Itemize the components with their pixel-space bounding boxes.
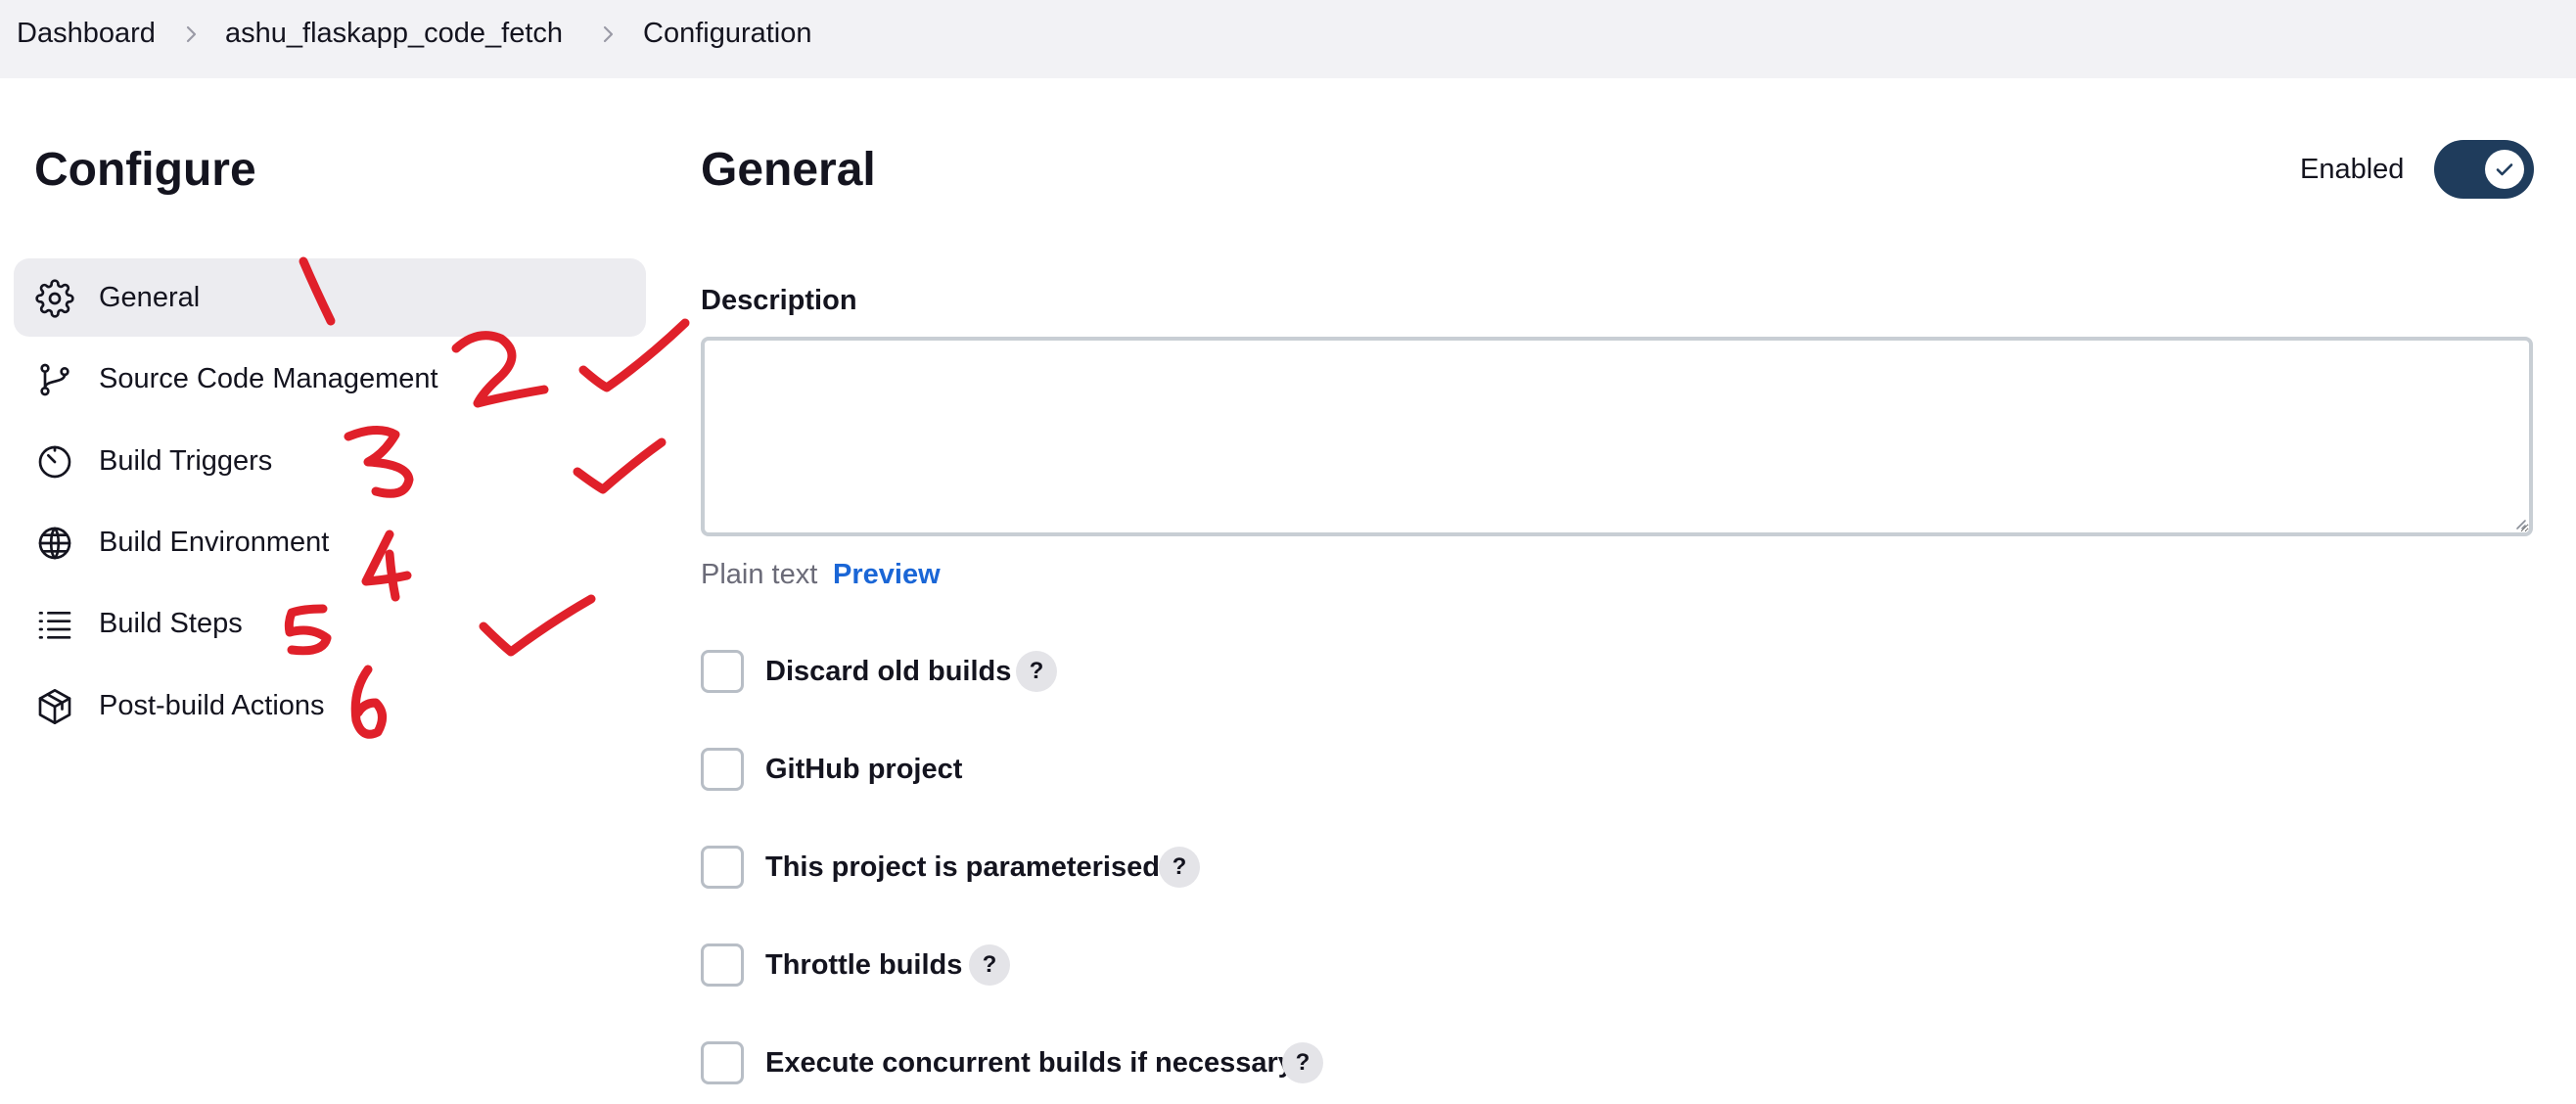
help-icon[interactable]: ? (1159, 847, 1200, 888)
sidebar-item-label: Build Steps (99, 608, 243, 639)
globe-icon (35, 524, 74, 563)
breadcrumb: Dashboard ashu_flaskapp_code_fetch Confi… (0, 0, 2576, 78)
checkbox[interactable] (701, 943, 744, 987)
sidebar-item-label: Post-build Actions (99, 690, 325, 721)
help-icon[interactable]: ? (1016, 651, 1057, 692)
sidebar-item-build-steps[interactable]: Build Steps (14, 584, 646, 663)
sidebar-item-general[interactable]: General (14, 258, 646, 337)
toggle-knob (2485, 150, 2524, 189)
preview-link[interactable]: Preview (833, 559, 941, 591)
sidebar-item-post-build-actions[interactable]: Post-build Actions (14, 667, 646, 745)
sidebar-item-label: Build Triggers (99, 445, 273, 477)
checkbox[interactable] (701, 650, 744, 693)
sidebar-item-build-triggers[interactable]: Build Triggers (14, 422, 646, 500)
breadcrumb-dashboard-link[interactable]: Dashboard (17, 18, 156, 50)
page-title: General (701, 144, 876, 196)
option-label[interactable]: Discard old builds (765, 656, 1011, 688)
chevron-right-icon (596, 23, 620, 46)
sidebar-item-label: Source Code Management (99, 363, 438, 394)
option-label[interactable]: This project is parameterised (765, 851, 1160, 884)
enabled-toggle[interactable] (2434, 140, 2534, 199)
format-label: Plain text (701, 559, 818, 590)
checkbox[interactable] (701, 1041, 744, 1084)
gear-icon (35, 279, 74, 318)
package-icon (35, 687, 74, 726)
breadcrumb-configuration[interactable]: Configuration (643, 18, 812, 50)
chevron-right-icon (179, 23, 203, 46)
list-icon (35, 605, 74, 644)
help-icon[interactable]: ? (1282, 1042, 1323, 1083)
git-branch-icon (35, 360, 74, 399)
option-label[interactable]: GitHub project (765, 754, 962, 786)
checkbox[interactable] (701, 846, 744, 889)
option-label[interactable]: Execute concurrent builds if necessary (765, 1047, 1294, 1080)
description-textarea[interactable] (701, 337, 2533, 536)
sidebar-item-build-environment[interactable]: Build Environment (14, 503, 646, 581)
breadcrumb-job-link[interactable]: ashu_flaskapp_code_fetch (225, 18, 563, 50)
sidebar-item-label: General (99, 282, 201, 313)
description-label: Description (701, 285, 857, 316)
sidebar-item-source-code-management[interactable]: Source Code Management (14, 340, 646, 418)
check-icon (2496, 163, 2513, 176)
resize-handle-icon[interactable] (2511, 515, 2527, 530)
enabled-label: Enabled (2300, 154, 2405, 185)
sidebar-title: Configure (34, 144, 256, 196)
option-label[interactable]: Throttle builds (765, 949, 962, 982)
sidebar-item-label: Build Environment (99, 527, 330, 558)
timer-icon (35, 442, 74, 482)
help-icon[interactable]: ? (969, 944, 1010, 986)
checkbox[interactable] (701, 748, 744, 791)
